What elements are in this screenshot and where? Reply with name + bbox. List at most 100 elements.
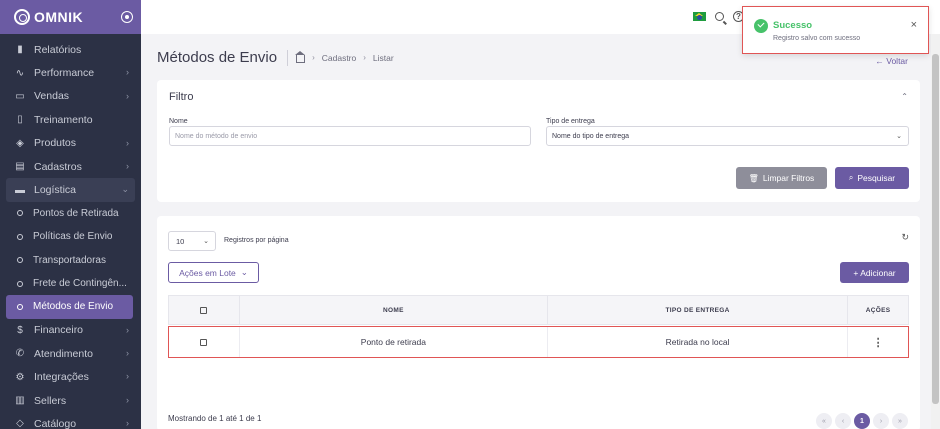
divider <box>287 49 289 66</box>
sidebar-item-financeiro[interactable]: $ Financeiro › <box>0 319 141 342</box>
sidebar-item-relatorios[interactable]: ▮ Relatórios <box>0 38 141 61</box>
more-vertical-icon[interactable]: ⋮ <box>873 336 884 349</box>
dollar-icon: $ <box>17 324 23 336</box>
delivery-type-label: Tipo de entrega <box>546 118 595 125</box>
add-button[interactable]: + Adicionar <box>840 262 909 283</box>
sidebar-item-label: Produtos <box>34 137 77 150</box>
circle-icon <box>17 233 23 240</box>
home-icon[interactable] <box>295 50 306 63</box>
sidebar-subitem-frete-contingencia[interactable]: Frete de Contingên... <box>0 272 141 295</box>
chevron-right-icon: › <box>126 160 129 171</box>
name-input[interactable]: Nome do método de envio <box>169 126 531 146</box>
list-card: 10 ⌄ Registros por página ↻ Ações em Lot… <box>157 216 920 429</box>
sidebar-item-sellers[interactable]: ▥ Sellers › <box>0 389 141 412</box>
filter-card: Filtro ⌃ Nome Nome do método de envio Ti… <box>157 80 920 202</box>
sidebar-item-performance[interactable]: ∿ Performance › <box>0 61 141 84</box>
sidebar-item-treinamento[interactable]: ▯ Treinamento <box>0 108 141 131</box>
chevron-right-icon: › <box>126 90 129 101</box>
search-icon: ⌕ <box>848 173 854 182</box>
sidebar-item-vendas[interactable]: ▭ Vendas › <box>0 85 141 108</box>
per-page-value: 10 <box>176 236 185 246</box>
success-toast: Sucesso Registro salvo com sucesso × <box>742 6 929 54</box>
toast-title: Sucesso <box>773 20 813 31</box>
folder-icon: ▤ <box>15 161 25 173</box>
next-page-icon[interactable]: › <box>873 413 889 429</box>
chevron-right-icon: › <box>126 348 129 359</box>
chevron-down-icon: ⌄ <box>121 184 129 195</box>
delivery-type-select[interactable]: Nome do tipo de entrega ⌄ <box>546 126 909 146</box>
phone-icon: ✆ <box>15 348 25 360</box>
sidebar-item-label: Treinamento <box>34 113 93 126</box>
breadcrumb-cadastro[interactable]: Cadastro <box>322 53 357 63</box>
sidebar-item-label: Relatórios <box>34 43 82 56</box>
delivery-type-value: Nome do tipo de entrega <box>552 132 630 140</box>
check-circle-icon <box>754 19 768 33</box>
back-link[interactable]: ← Voltar <box>875 56 908 66</box>
search-button[interactable]: ⌕ Pesquisar <box>835 167 909 189</box>
sidebar-item-label: Vendas <box>34 90 70 103</box>
sidebar-item-label: Financeiro <box>34 324 84 337</box>
first-page-icon[interactable]: « <box>816 413 832 429</box>
refresh-icon[interactable]: ↻ <box>901 232 909 243</box>
sidebar-item-logistica[interactable]: ▬ Logística ⌄ <box>6 178 135 202</box>
add-button-label: + Adicionar <box>853 267 896 278</box>
logo-icon <box>14 9 30 25</box>
sidebar-item-label: Cadastros <box>34 160 82 173</box>
column-nome[interactable]: NOME <box>240 296 548 324</box>
row-checkbox[interactable] <box>200 338 208 346</box>
table-row: Ponto de retirada Retirada no local ⋮ <box>168 326 909 358</box>
brand-bar: OMNIK <box>0 0 141 34</box>
sidebar-subitem-metodos-envio[interactable]: Métodos de Envio <box>6 295 133 319</box>
sidebar-subitem-pontos-retirada[interactable]: Pontos de Retirada <box>0 202 141 225</box>
sidebar-menu: ▮ Relatórios ∿ Performance › ▭ Vendas › ▯ Trei… <box>0 34 141 429</box>
sidebar-toggle-icon[interactable] <box>121 11 133 23</box>
users-icon: ▥ <box>15 395 25 407</box>
chevron-down-icon: ⌄ <box>203 238 209 245</box>
sidebar-item-produtos[interactable]: ◈ Produtos › <box>0 132 141 155</box>
chevron-down-icon: ⌄ <box>896 133 902 140</box>
column-acoes: AÇÕES <box>865 306 891 314</box>
select-all-checkbox[interactable] <box>200 306 208 314</box>
sidebar-subitem-label: Políticas de Envio <box>33 231 113 243</box>
bulk-actions-label: Ações em Lote <box>179 267 236 278</box>
last-page-icon[interactable]: » <box>892 413 908 429</box>
select-all-cell <box>169 296 240 324</box>
circle-icon <box>17 303 23 310</box>
sidebar-subitem-label: Pontos de Retirada <box>33 207 119 219</box>
sidebar-item-label: Catálogo <box>34 417 77 429</box>
bulk-actions-button[interactable]: Ações em Lote ⌄ <box>168 262 259 283</box>
search-button-label: Pesquisar <box>857 173 896 183</box>
breadcrumb-listar: Listar <box>372 52 394 63</box>
omnik-logo[interactable]: OMNIK <box>14 9 83 25</box>
clear-filters-button[interactable]: 🗑 Limpar Filtros <box>736 167 827 189</box>
activity-icon: ∿ <box>15 67 25 79</box>
scrollbar[interactable] <box>931 34 940 429</box>
per-page-select[interactable]: 10 ⌄ <box>168 231 216 251</box>
chevron-right-icon: › <box>126 418 129 429</box>
breadcrumb: › Cadastro › Listar <box>295 50 394 63</box>
sidebar-subitem-transportadoras[interactable]: Transportadoras <box>0 249 141 272</box>
brazil-flag-icon[interactable] <box>693 12 706 21</box>
toast-message: Registro salvo com sucesso <box>773 35 861 42</box>
sidebar-item-cadastros[interactable]: ▤ Cadastros › <box>0 155 141 178</box>
tag-icon: ◇ <box>16 418 24 429</box>
search-icon[interactable] <box>715 12 724 21</box>
page-button-current[interactable]: 1 <box>854 413 870 429</box>
scrollbar-thumb[interactable] <box>932 54 939 404</box>
row-actions-cell: ⋮ <box>848 327 908 357</box>
column-tipo-entrega[interactable]: TIPO DE ENTREGA <box>548 296 849 324</box>
credit-card-icon: ▭ <box>15 90 25 102</box>
row-name: Ponto de retirada <box>240 327 548 357</box>
chevron-right-icon: › <box>126 137 129 148</box>
sidebar-subitem-politicas-envio[interactable]: Políticas de Envio <box>0 225 141 248</box>
chevron-up-icon[interactable]: ⌃ <box>901 92 908 101</box>
chevron-right-icon: › <box>126 394 129 405</box>
row-delivery-type: Retirada no local <box>548 327 849 357</box>
book-icon: ▯ <box>17 114 23 126</box>
prev-page-icon[interactable]: ‹ <box>835 413 851 429</box>
sidebar-item-integracoes[interactable]: ⚙ Integrações › <box>0 365 141 388</box>
sidebar-item-label: Atendimento <box>34 347 93 360</box>
sidebar-item-catalogo[interactable]: ◇ Catálogo › <box>0 412 141 429</box>
close-icon[interactable]: × <box>911 19 917 31</box>
sidebar-item-atendimento[interactable]: ✆ Atendimento › <box>0 342 141 365</box>
